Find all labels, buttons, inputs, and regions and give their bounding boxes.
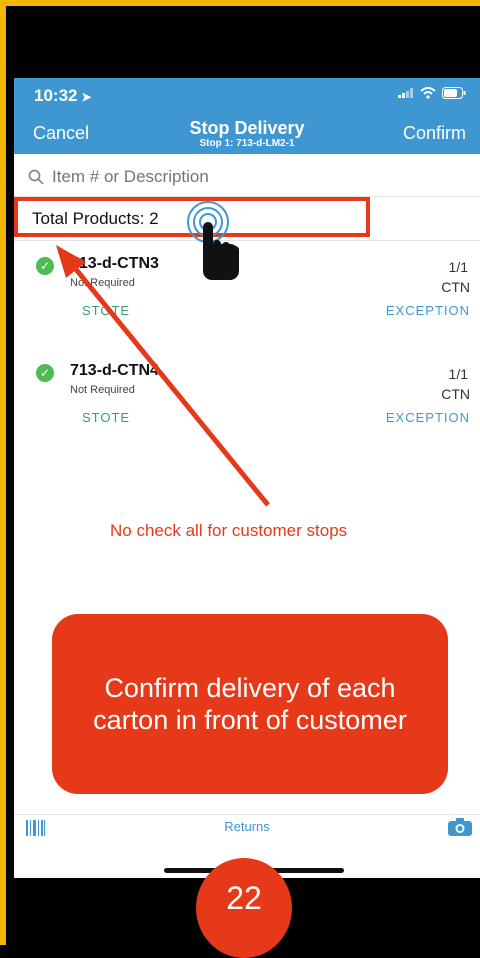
item-quantity: 1/1 bbox=[448, 366, 468, 382]
check-icon[interactable]: ✓ bbox=[36, 364, 54, 382]
camera-icon[interactable] bbox=[448, 818, 472, 836]
signal-icon bbox=[398, 88, 413, 98]
nav-bar: Cancel Stop Delivery Stop 1: 713-d-LM2-1… bbox=[14, 112, 480, 154]
item-id: 713-d-CTN3 bbox=[70, 255, 159, 272]
exception-button[interactable]: EXCEPTION bbox=[386, 303, 470, 318]
divider bbox=[14, 814, 480, 815]
annotation-note: No check all for customer stops bbox=[110, 521, 348, 540]
search-bar bbox=[28, 166, 468, 188]
confirm-button[interactable]: Confirm bbox=[403, 123, 466, 144]
highlight-box bbox=[14, 197, 370, 237]
stote-button[interactable]: STOTE bbox=[82, 410, 130, 425]
exception-button[interactable]: EXCEPTION bbox=[386, 410, 470, 425]
item-quantity: 1/1 bbox=[448, 259, 468, 275]
item-unit: CTN bbox=[441, 386, 470, 402]
battery-icon bbox=[442, 87, 466, 99]
bottom-toolbar: Returns bbox=[14, 816, 480, 840]
instruction-banner: Confirm delivery of each carton in front… bbox=[52, 614, 448, 794]
search-icon bbox=[28, 169, 44, 185]
page-number-badge: 22 bbox=[196, 858, 292, 958]
item-status: Not Required bbox=[70, 384, 135, 396]
status-bar: 10:32 ➤ bbox=[14, 78, 480, 112]
location-arrow-icon: ➤ bbox=[81, 90, 92, 104]
status-time: 10:32 ➤ bbox=[34, 86, 92, 105]
returns-button[interactable]: Returns bbox=[14, 819, 480, 834]
item-unit: CTN bbox=[441, 279, 470, 295]
item-id: 713-d-CTN4 bbox=[70, 362, 159, 379]
banner-text: Confirm delivery of each carton in front… bbox=[93, 673, 407, 735]
divider bbox=[14, 240, 480, 241]
list-item[interactable]: ✓ 713-d-CTN3 Not Required 1/1 CTN STOTE … bbox=[14, 251, 480, 331]
status-icons bbox=[398, 87, 466, 99]
page-number: 22 bbox=[226, 880, 262, 916]
wifi-icon bbox=[420, 87, 436, 99]
check-icon[interactable]: ✓ bbox=[36, 257, 54, 275]
item-status: Not Required bbox=[70, 277, 135, 289]
list-item[interactable]: ✓ 713-d-CTN4 Not Required 1/1 CTN STOTE … bbox=[14, 358, 480, 438]
stote-button[interactable]: STOTE bbox=[82, 303, 130, 318]
phone-screen: 10:32 ➤ Cancel Stop Delivery Stop 1: 713-… bbox=[14, 78, 480, 878]
search-input[interactable] bbox=[52, 167, 452, 187]
